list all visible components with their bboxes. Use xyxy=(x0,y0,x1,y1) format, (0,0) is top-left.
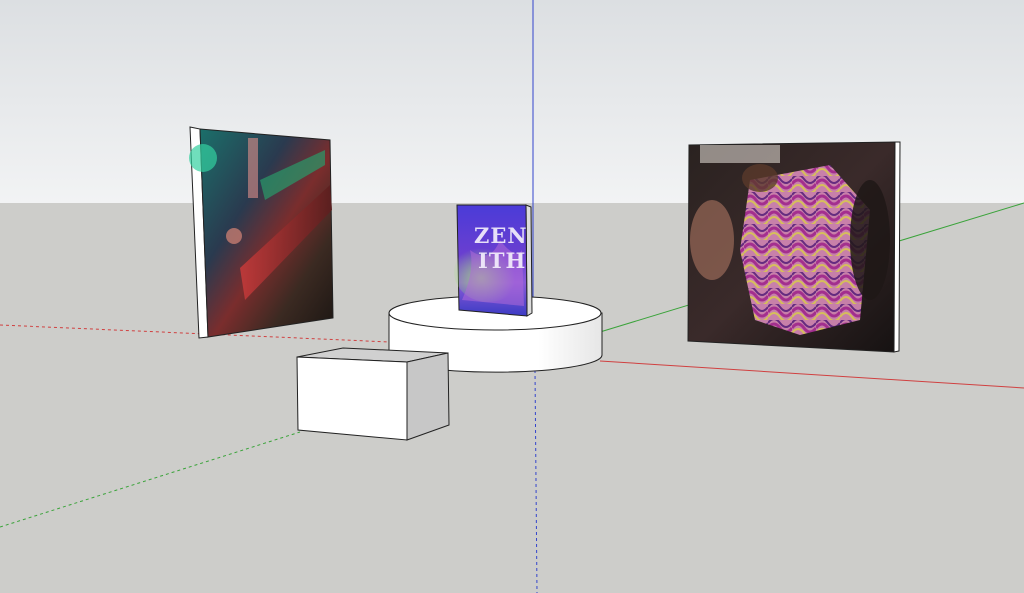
box-model[interactable] xyxy=(296,347,450,441)
book-title-line2: ITH xyxy=(478,248,526,273)
3d-scene[interactable]: ZEN ITH xyxy=(0,0,1024,593)
book-model[interactable]: ZEN ITH xyxy=(454,204,533,317)
sketchup-viewport[interactable]: ZEN ITH xyxy=(0,0,1024,593)
book-title-line1: ZEN xyxy=(474,223,528,248)
left-image-panel[interactable] xyxy=(189,126,334,339)
right-image-panel[interactable] xyxy=(687,141,901,353)
